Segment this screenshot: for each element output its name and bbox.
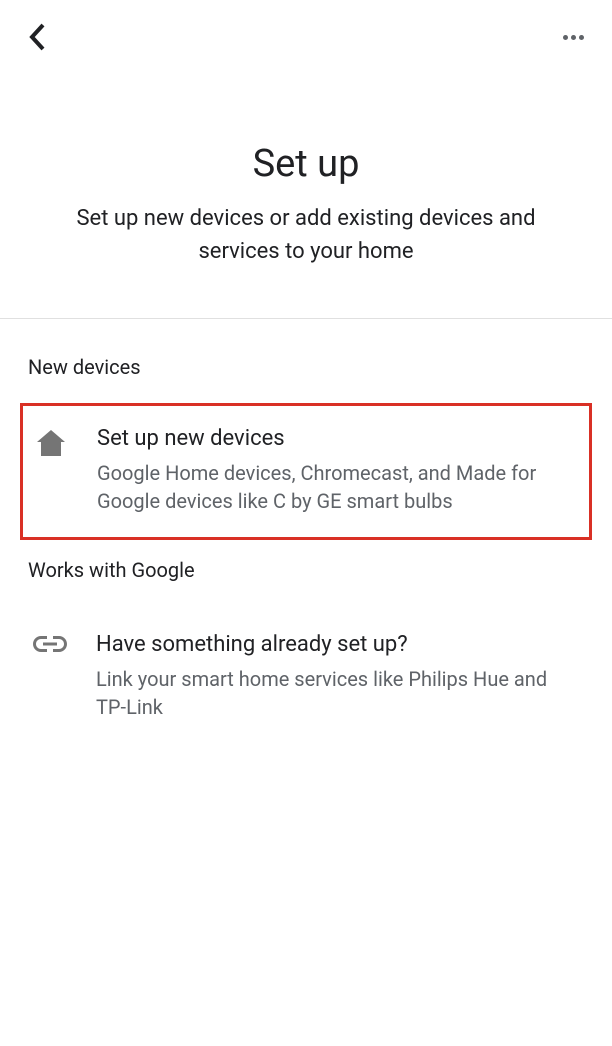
link-services-description: Link your smart home services like Phili… — [96, 665, 572, 721]
link-services-option[interactable]: Have something already set up? Link your… — [28, 612, 584, 743]
setup-new-devices-title: Set up new devices — [97, 426, 573, 451]
section-label-new-devices: New devices — [28, 355, 584, 379]
setup-new-devices-description: Google Home devices, Chromecast, and Mad… — [97, 459, 573, 515]
home-icon — [33, 426, 69, 456]
option-text: Set up new devices Google Home devices, … — [97, 426, 573, 515]
setup-new-devices-option[interactable]: Set up new devices Google Home devices, … — [20, 403, 592, 540]
back-button[interactable] — [28, 22, 46, 52]
page-subtitle: Set up new devices or add existing devic… — [40, 202, 572, 268]
link-services-title: Have something already set up? — [96, 632, 572, 657]
title-section: Set up Set up new devices or add existin… — [0, 62, 612, 318]
option-text: Have something already set up? Link your… — [96, 632, 572, 721]
content-area: New devices Set up new devices Google Ho… — [0, 319, 612, 743]
more-icon — [571, 35, 576, 40]
chevron-left-icon — [28, 22, 46, 52]
app-header — [0, 0, 612, 62]
more-icon — [563, 35, 568, 40]
more-icon — [579, 35, 584, 40]
link-icon — [32, 632, 68, 652]
section-label-works-with-google: Works with Google — [28, 558, 584, 582]
more-options-button[interactable] — [563, 35, 584, 40]
page-title: Set up — [40, 142, 572, 186]
